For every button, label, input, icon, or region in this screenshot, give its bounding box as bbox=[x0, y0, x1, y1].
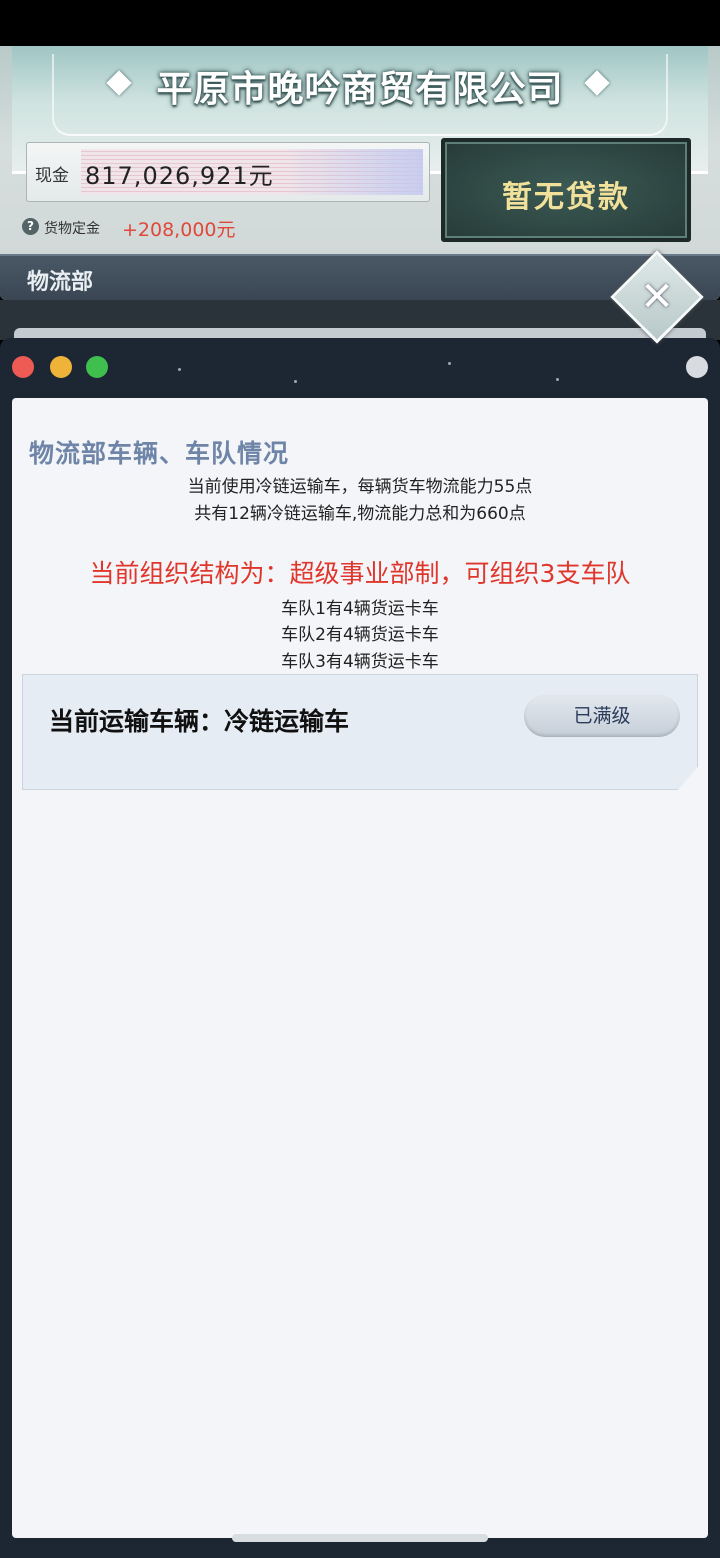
org-structure-text: 当前组织结构为：超级事业部制，可组织3支车队 bbox=[89, 559, 631, 588]
company-header: 平原市晚吟商贸有限公司 现金 817,026,921元 暂无贷款 ? 货物定金 … bbox=[0, 46, 720, 300]
cash-display: 现金 817,026,921元 bbox=[26, 142, 430, 202]
deposit-label: 货物定金 bbox=[44, 221, 100, 237]
minimize-window-icon[interactable] bbox=[50, 356, 72, 378]
logistics-window: 物流部车辆、车队情况 当前使用冷链运输车，每辆货车物流能力55点 共有12辆冷链… bbox=[0, 338, 720, 1558]
upgrade-button[interactable]: 已满级 bbox=[524, 695, 680, 737]
cash-value: 817,026,921元 bbox=[85, 162, 274, 190]
loan-button[interactable]: 暂无贷款 bbox=[441, 138, 691, 242]
deposit-value: +208,000元 bbox=[122, 219, 236, 241]
loan-button-label: 暂无贷款 bbox=[502, 180, 630, 215]
info-line: 当前使用冷链运输车，每辆货车物流能力55点 bbox=[187, 477, 533, 497]
team-line: 车队2有4辆货运卡车 bbox=[281, 625, 439, 645]
vehicle-label: 当前运输车辆：冷链运输车 bbox=[49, 707, 350, 736]
team-line: 车队3有4辆货运卡车 bbox=[281, 652, 439, 672]
department-bar: 物流部 bbox=[0, 254, 720, 300]
info-line: 共有12辆冷链运输车,物流能力总和为660点 bbox=[194, 504, 526, 524]
vehicle-card: 当前运输车辆：冷链运输车 已满级 bbox=[22, 674, 698, 790]
close-icon[interactable]: ✕ bbox=[628, 268, 686, 326]
department-title: 物流部 bbox=[27, 270, 94, 295]
window-menu-icon[interactable] bbox=[686, 356, 708, 378]
close-window-icon[interactable] bbox=[12, 356, 34, 378]
cash-label: 现金 bbox=[35, 166, 69, 186]
company-name: 平原市晚吟商贸有限公司 bbox=[156, 69, 564, 110]
window-content: 物流部车辆、车队情况 当前使用冷链运输车，每辆货车物流能力55点 共有12辆冷链… bbox=[12, 398, 708, 1538]
maximize-window-icon[interactable] bbox=[86, 356, 108, 378]
section-title: 物流部车辆、车队情况 bbox=[29, 439, 290, 468]
help-icon[interactable]: ? bbox=[22, 218, 39, 235]
team-line: 车队1有4辆货运卡车 bbox=[281, 599, 439, 619]
home-indicator[interactable] bbox=[232, 1534, 488, 1542]
